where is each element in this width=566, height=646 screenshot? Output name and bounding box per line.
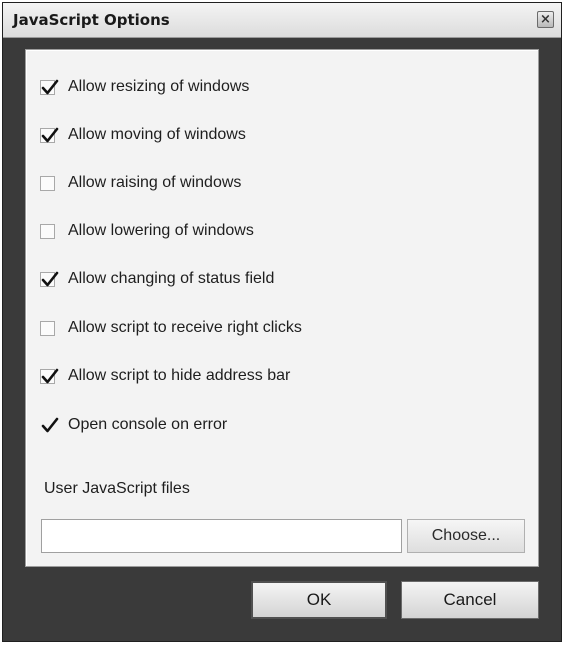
checkbox[interactable] — [40, 368, 59, 384]
dialog-title: JavaScript Options — [13, 11, 170, 29]
checkbox[interactable] — [40, 127, 59, 143]
checkmark-icon — [41, 368, 59, 383]
checkmark-icon — [41, 417, 59, 432]
title-bar[interactable]: JavaScript Options × — [3, 3, 561, 38]
user-files-label: User JavaScript files — [44, 480, 190, 497]
checkmark-icon — [41, 271, 59, 286]
option-label: Allow raising of windows — [68, 174, 242, 191]
option-hide-address-bar[interactable]: Allow script to hide address bar — [40, 365, 290, 387]
option-allow-right-clicks[interactable]: Allow script to receive right clicks — [40, 317, 302, 339]
option-label: Open console on error — [68, 416, 228, 433]
option-label: Allow lowering of windows — [68, 222, 254, 239]
option-allow-lowering[interactable]: Allow lowering of windows — [40, 220, 254, 242]
user-files-input[interactable] — [41, 519, 402, 553]
javascript-options-dialog: JavaScript Options × Allow resizing of w… — [2, 2, 562, 642]
checkbox[interactable] — [40, 79, 59, 95]
option-label: Allow resizing of windows — [68, 78, 250, 95]
option-allow-status-field[interactable]: Allow changing of status field — [40, 268, 274, 290]
cancel-button[interactable]: Cancel — [401, 581, 539, 619]
option-label: Allow script to receive right clicks — [68, 319, 302, 336]
options-panel: Allow resizing of windows Allow moving o… — [25, 49, 539, 567]
option-label: Allow changing of status field — [68, 270, 275, 287]
checkmark-icon — [41, 79, 59, 94]
checkbox[interactable] — [40, 271, 59, 287]
option-label: Allow moving of windows — [68, 126, 246, 143]
option-label: Allow script to hide address bar — [68, 367, 291, 384]
option-open-console[interactable]: Open console on error — [40, 414, 227, 436]
checkbox[interactable] — [40, 223, 55, 239]
checkbox[interactable] — [40, 320, 55, 336]
checkbox[interactable] — [40, 417, 59, 433]
option-allow-raising[interactable]: Allow raising of windows — [40, 172, 241, 194]
option-allow-resizing[interactable]: Allow resizing of windows — [40, 76, 249, 98]
close-button[interactable]: × — [537, 11, 554, 28]
checkbox[interactable] — [40, 175, 55, 191]
choose-button[interactable]: Choose... — [407, 519, 525, 553]
option-allow-moving[interactable]: Allow moving of windows — [40, 124, 246, 146]
close-icon: × — [540, 12, 551, 27]
ok-button[interactable]: OK — [251, 581, 387, 619]
checkmark-icon — [41, 127, 59, 142]
